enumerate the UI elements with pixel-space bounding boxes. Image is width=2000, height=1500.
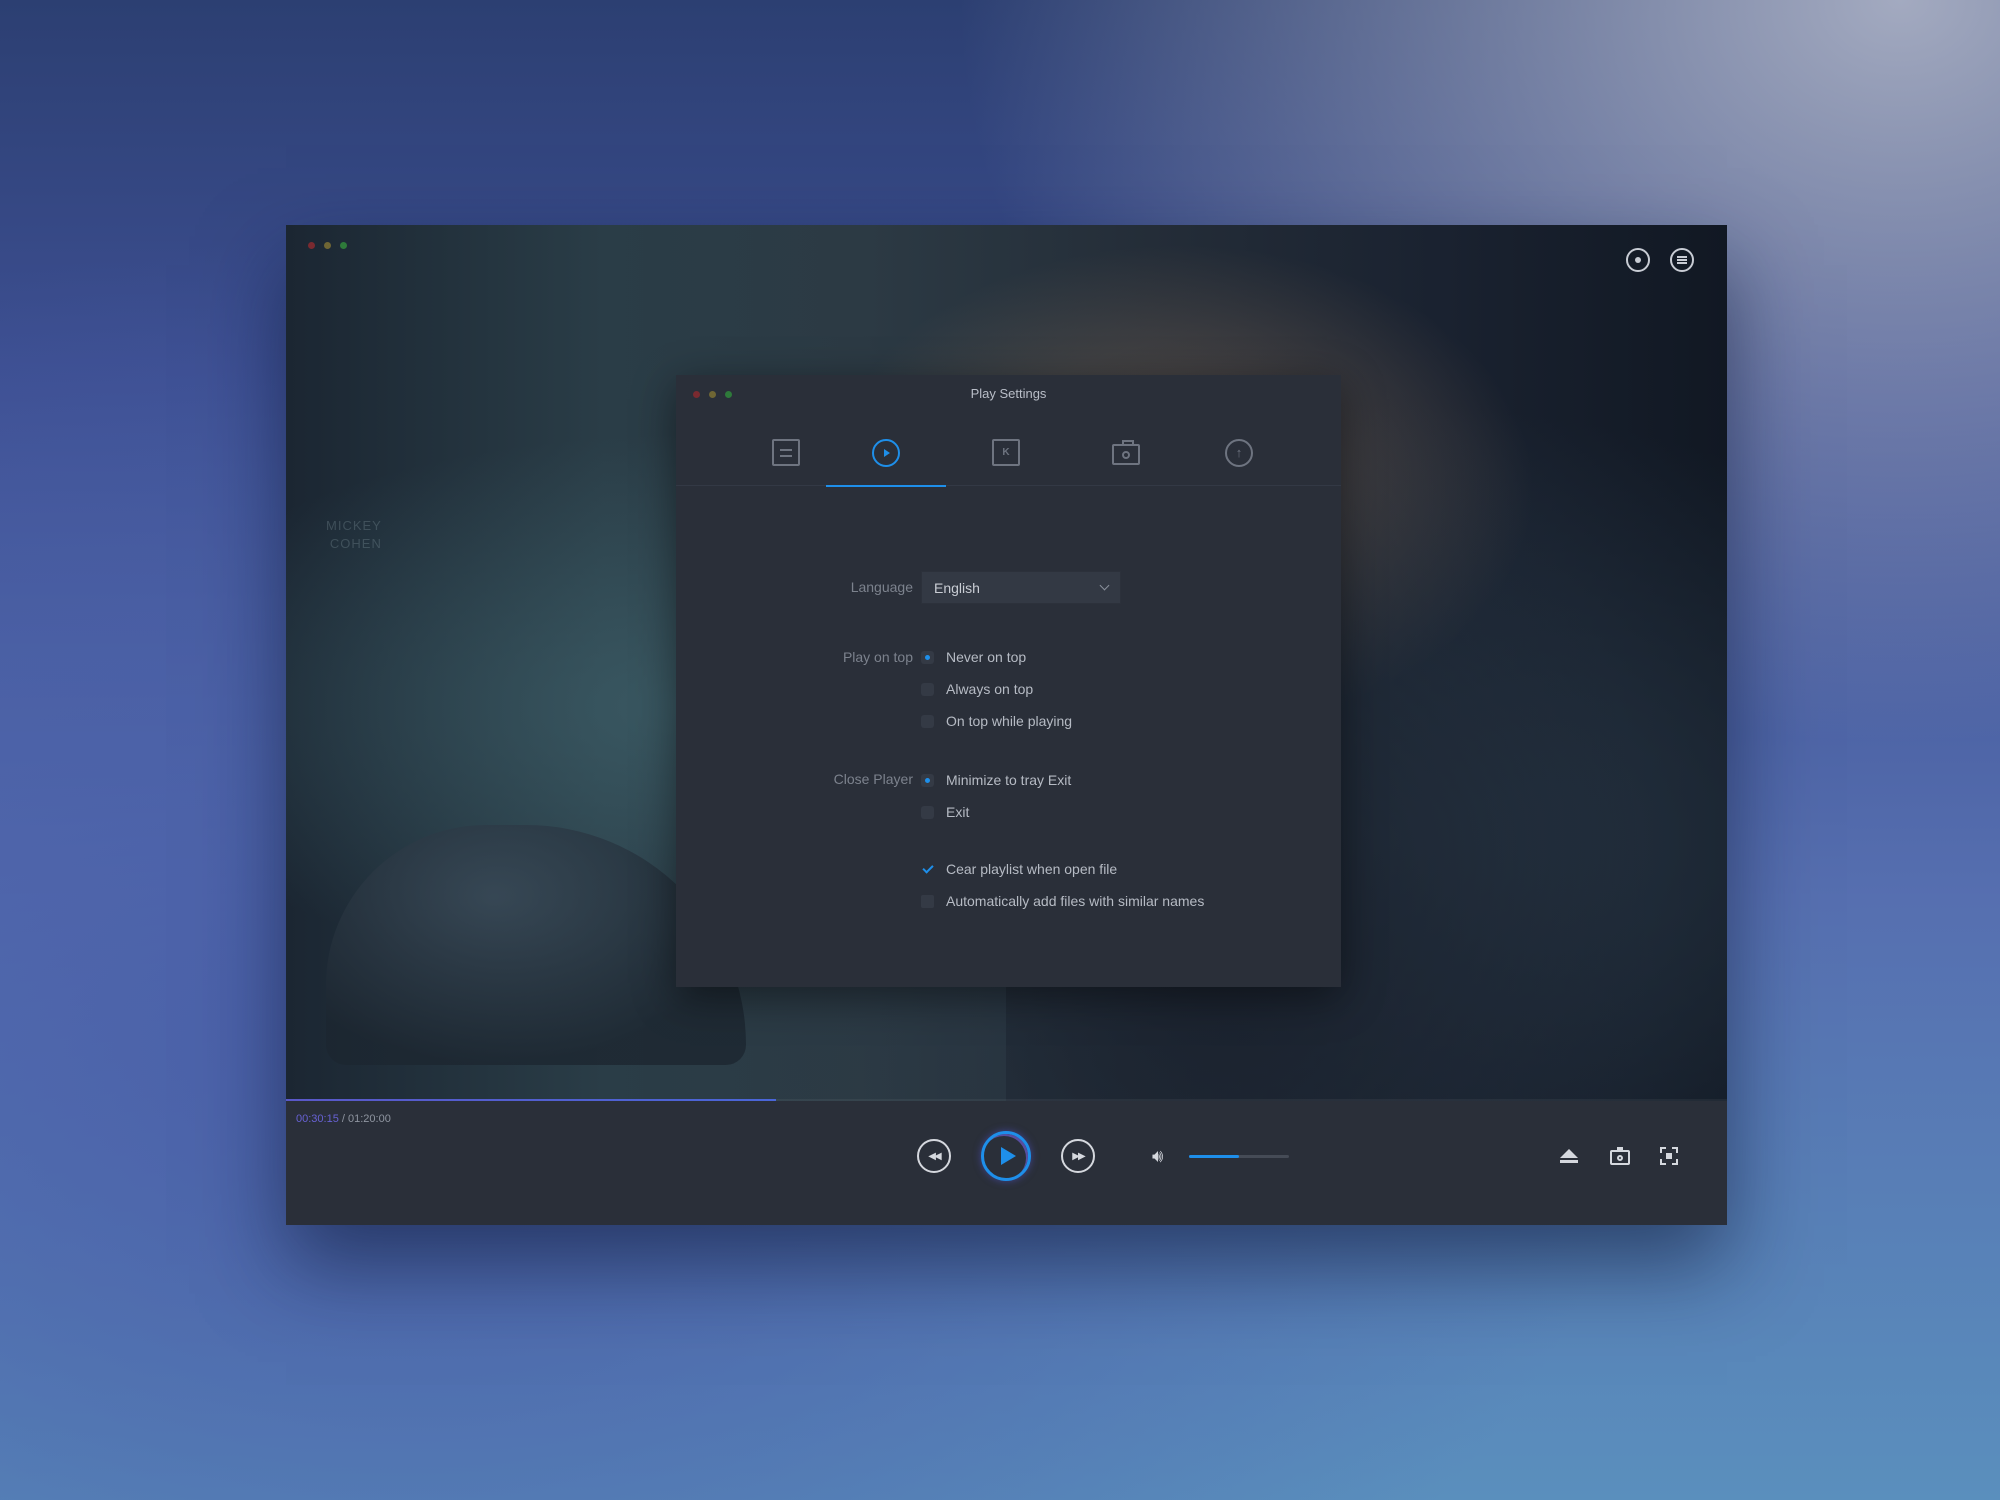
play-button[interactable] — [981, 1131, 1031, 1181]
player-window-controls — [308, 242, 347, 249]
fast-forward-icon: ▶▶ — [1072, 1150, 1085, 1162]
tab-update[interactable]: ↑ — [1179, 419, 1299, 486]
total-time: 01:20:00 — [348, 1113, 391, 1125]
option-clear-playlist[interactable]: Cear playlist when open file — [921, 861, 1117, 877]
time-readout: 00:30:15 / 01:20:00 — [296, 1113, 391, 1125]
radio-minimize-to-tray[interactable] — [921, 773, 934, 787]
poster-text: MICKEY COHEN — [326, 518, 382, 551]
upload-icon: ↑ — [1225, 438, 1253, 467]
tab-screenshot[interactable] — [1066, 419, 1186, 486]
option-never-on-top[interactable]: Never on top — [921, 649, 1026, 665]
option-minimize-to-tray[interactable]: Minimize to tray Exit — [921, 772, 1071, 788]
k-box-icon: K — [992, 439, 1020, 466]
checkbox-clear-playlist[interactable] — [921, 863, 934, 876]
tab-play[interactable] — [826, 419, 946, 487]
close-window-button[interactable] — [308, 242, 315, 249]
current-time: 00:30:15 — [296, 1113, 339, 1125]
radio-always-on-top[interactable] — [921, 682, 934, 696]
language-select[interactable]: English — [921, 571, 1121, 604]
eject-button[interactable] — [1558, 1145, 1580, 1167]
option-on-top-while-playing[interactable]: On top while playing — [921, 713, 1072, 729]
close-player-label: Close Player — [833, 771, 913, 787]
radio-exit[interactable] — [921, 805, 934, 819]
rewind-button[interactable]: ◀◀ — [917, 1139, 951, 1173]
sliders-icon — [772, 439, 800, 466]
zoom-window-button[interactable] — [340, 242, 347, 249]
option-always-on-top[interactable]: Always on top — [921, 681, 1033, 697]
rewind-icon: ◀◀ — [928, 1150, 941, 1162]
tab-shortcuts[interactable]: K — [946, 419, 1066, 486]
top-right-toolbar — [1626, 248, 1694, 272]
screenshot-button[interactable] — [1609, 1145, 1631, 1167]
fast-forward-button[interactable]: ▶▶ — [1061, 1139, 1095, 1173]
play-on-top-label: Play on top — [842, 649, 913, 665]
volume-slider[interactable] — [1189, 1155, 1289, 1158]
volume-slider-fill — [1189, 1155, 1239, 1158]
fullscreen-icon — [1660, 1147, 1678, 1165]
settings-tabs: K ↑ — [676, 419, 1341, 487]
user-icon[interactable] — [1626, 248, 1650, 272]
radio-never-on-top[interactable] — [921, 650, 934, 664]
eject-icon — [1560, 1149, 1578, 1158]
fullscreen-button[interactable] — [1658, 1145, 1680, 1167]
video-player-window: MICKEY COHEN Play Settings K ↑ Language … — [286, 225, 1727, 1225]
tab-general[interactable] — [736, 419, 836, 486]
option-exit[interactable]: Exit — [921, 804, 969, 820]
playback-controls: 00:30:15 / 01:20:00 ◀◀ ▶▶ 🔊︎ — [286, 1101, 1727, 1225]
volume-icon[interactable]: 🔊︎ — [1152, 1147, 1174, 1165]
play-settings-dialog: Play Settings K ↑ Language English Play … — [676, 375, 1341, 987]
camera-icon — [1112, 440, 1140, 465]
chevron-down-icon — [1099, 580, 1110, 591]
radio-on-top-while-playing[interactable] — [921, 714, 934, 728]
play-icon — [1000, 1147, 1016, 1165]
play-circle-icon — [872, 438, 900, 467]
option-auto-add-similar[interactable]: Automatically add files with similar nam… — [921, 893, 1204, 909]
minimize-window-button[interactable] — [324, 242, 331, 249]
camera-icon — [1610, 1147, 1630, 1165]
language-select-value: English — [934, 579, 980, 596]
language-label: Language — [850, 579, 913, 595]
menu-icon[interactable] — [1670, 248, 1694, 272]
dialog-title: Play Settings — [970, 386, 1047, 401]
checkbox-auto-add-similar[interactable] — [921, 894, 934, 908]
